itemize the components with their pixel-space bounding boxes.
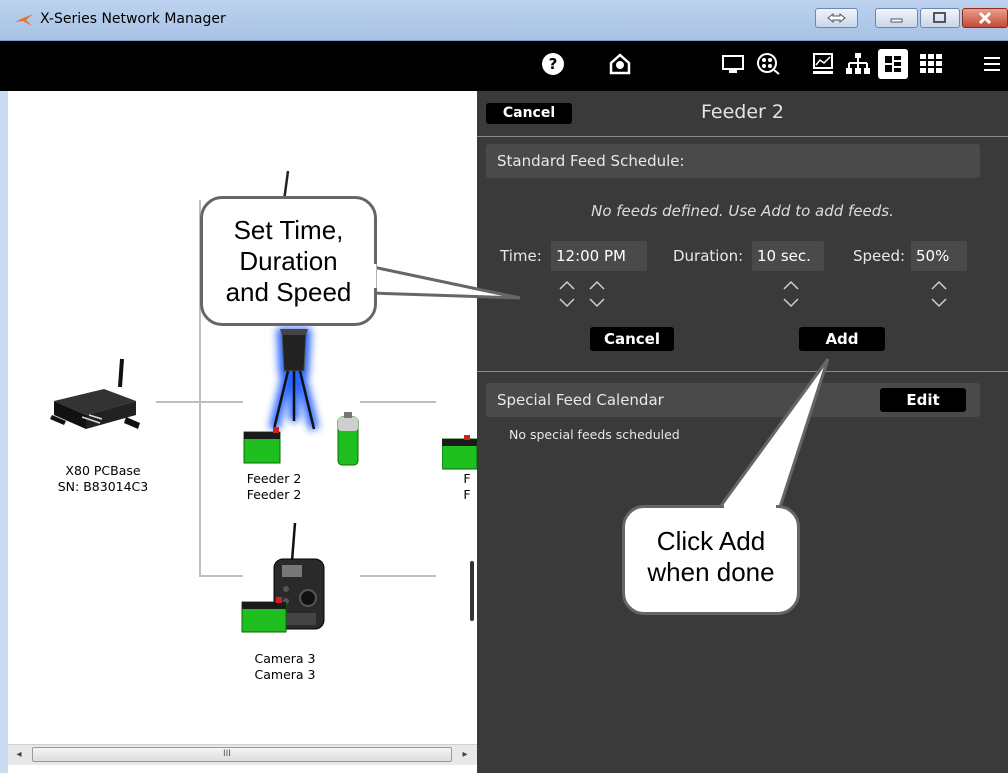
feeder-label: Feeder 2 Feeder 2 bbox=[234, 471, 314, 503]
toolbar: ? bbox=[0, 41, 1008, 91]
svg-text:?: ? bbox=[549, 55, 558, 73]
scroll-left-arrow-icon[interactable]: ◂ bbox=[10, 745, 28, 765]
header-divider bbox=[477, 136, 1008, 137]
camera-subname: Camera 3 bbox=[254, 667, 316, 682]
scrollbar-grip: III bbox=[223, 749, 231, 759]
add-feed-button[interactable]: Add bbox=[799, 327, 885, 351]
speed-label: Speed: bbox=[853, 247, 906, 265]
duration-stepper-icon[interactable] bbox=[781, 279, 801, 309]
edit-calendar-button[interactable]: Edit bbox=[880, 388, 966, 412]
feeder-subname: Feeder 2 bbox=[246, 487, 302, 502]
partial-device-label: F F bbox=[460, 471, 474, 503]
camera-film-icon[interactable] bbox=[753, 49, 783, 79]
hour-stepper-icon[interactable] bbox=[557, 279, 577, 309]
callout-click-line1: Click Add bbox=[656, 526, 766, 556]
app-logo-icon bbox=[15, 14, 33, 26]
partial-device-edge bbox=[470, 561, 474, 621]
minimize-icon bbox=[890, 18, 903, 23]
maximize-button[interactable] bbox=[920, 8, 960, 28]
horizontal-scrollbar[interactable]: ◂ III ▸ bbox=[8, 744, 477, 765]
grid-view-icon[interactable] bbox=[878, 49, 908, 79]
callout-pointer-add-cover bbox=[724, 504, 776, 510]
help-icon[interactable]: ? bbox=[538, 49, 568, 79]
no-feeds-message: No feeds defined. Use Add to add feeds. bbox=[591, 202, 894, 220]
callout-pointer-set-cover bbox=[371, 264, 377, 288]
maximize-icon bbox=[933, 12, 946, 23]
pcbase-label: X80 PCBase SN: B83014C3 bbox=[48, 463, 158, 495]
duration-value-field[interactable]: 10 sec. bbox=[752, 241, 824, 271]
menu-icon[interactable] bbox=[978, 49, 1006, 79]
camera-device-icon[interactable] bbox=[230, 521, 340, 641]
callout-click-add: Click Add when done bbox=[622, 505, 800, 615]
support-icon[interactable] bbox=[605, 49, 635, 79]
pcbase-serial: SN: B83014C3 bbox=[57, 479, 149, 494]
network-icon[interactable] bbox=[843, 49, 873, 79]
form-cancel-button[interactable]: Cancel bbox=[590, 327, 674, 351]
base-connector bbox=[156, 401, 200, 403]
time-value-field[interactable]: 12:00 PM bbox=[551, 241, 647, 271]
monitor-icon[interactable] bbox=[718, 49, 748, 79]
partial-label-2: F bbox=[463, 487, 471, 502]
feeder-name: Feeder 2 bbox=[246, 471, 302, 486]
minimize-button[interactable] bbox=[875, 8, 918, 28]
camera-name: Camera 3 bbox=[254, 651, 316, 666]
camera-label: Camera 3 Camera 3 bbox=[245, 651, 325, 683]
close-icon bbox=[978, 11, 992, 25]
resize-arrows-icon bbox=[827, 12, 846, 24]
pcbase-device-icon[interactable] bbox=[42, 357, 152, 447]
close-button[interactable] bbox=[962, 8, 1008, 28]
minute-stepper-icon[interactable] bbox=[587, 279, 607, 309]
speed-value-field[interactable]: 50% bbox=[911, 241, 967, 271]
camera-connector-right bbox=[360, 575, 436, 577]
partial-label-1: F bbox=[463, 471, 471, 486]
standard-schedule-header: Standard Feed Schedule: bbox=[486, 144, 980, 178]
title-bar: X-Series Network Manager bbox=[0, 0, 1008, 41]
scroll-right-arrow-icon[interactable]: ▸ bbox=[456, 745, 474, 765]
partial-device-icon bbox=[442, 435, 477, 470]
callout-click-line2: when done bbox=[647, 557, 775, 587]
scrollbar-thumb[interactable]: III bbox=[32, 747, 452, 762]
duration-label: Duration: bbox=[673, 247, 744, 265]
speed-stepper-icon[interactable] bbox=[929, 279, 949, 309]
feeder-connector-right bbox=[360, 401, 436, 403]
chart-icon[interactable] bbox=[808, 49, 838, 79]
pcbase-name: X80 PCBase bbox=[65, 463, 141, 478]
feeder-device-icon[interactable] bbox=[230, 321, 360, 481]
panel-title: Feeder 2 bbox=[701, 101, 784, 123]
apps-icon[interactable] bbox=[916, 49, 946, 79]
window-title: X-Series Network Manager bbox=[40, 11, 226, 27]
resize-button[interactable] bbox=[815, 8, 858, 28]
